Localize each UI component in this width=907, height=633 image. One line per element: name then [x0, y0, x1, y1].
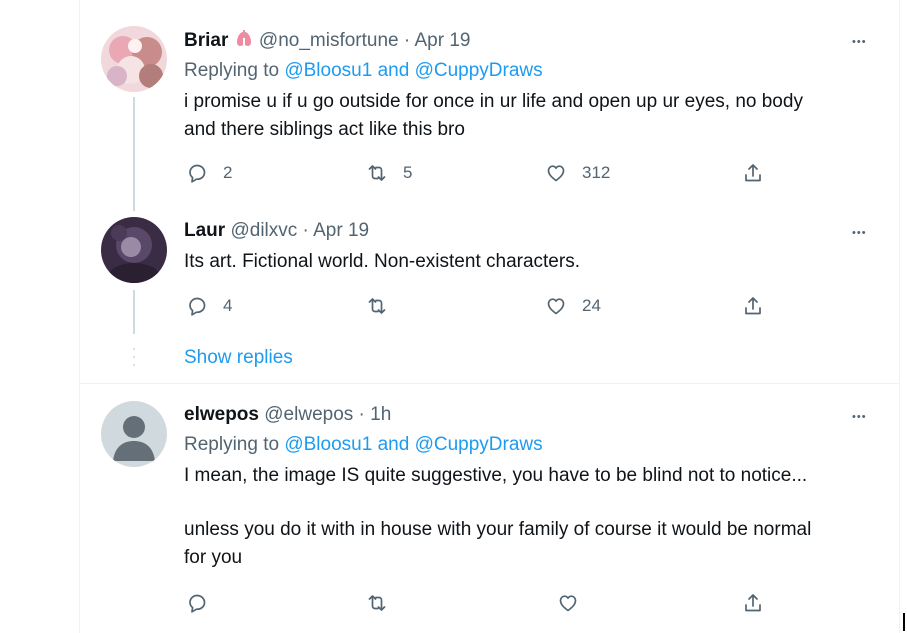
mention-and: and — [377, 434, 410, 455]
separator-dot: · — [358, 404, 365, 425]
separator-dot: · — [403, 30, 411, 51]
replying-to: Replying to @Bloosu1 and @CuppyDraws — [184, 59, 543, 83]
user-handle[interactable]: @dilxvc — [230, 220, 297, 241]
tweet-text: Its art. Fictional world. Non-existent c… — [184, 248, 884, 276]
retweet-button[interactable] — [365, 294, 403, 318]
more-options-icon[interactable]: ••• — [852, 407, 867, 427]
tweet-divider — [79, 383, 900, 384]
anime-avatar-image — [101, 26, 167, 92]
tweet-text-line: for you — [184, 547, 243, 568]
share-upload-icon — [745, 164, 761, 182]
reply-button[interactable] — [185, 591, 223, 615]
reply-button[interactable]: 2 — [185, 161, 232, 185]
heart-icon — [547, 298, 565, 315]
mention-link[interactable]: @CuppyDraws — [415, 434, 543, 455]
heart-icon — [559, 595, 577, 612]
tweet-header: Briar @no_misfortune · Apr 19 — [184, 29, 470, 56]
tweet-text: i promise u if u go outside for once in … — [184, 88, 884, 144]
speech-bubble-icon — [189, 594, 206, 613]
tweet-text-spacer — [184, 490, 884, 516]
show-replies-link[interactable]: Show replies — [184, 346, 293, 370]
retweet-icon — [368, 165, 386, 181]
emoji-lungs-icon — [234, 29, 254, 56]
display-name[interactable]: Laur — [184, 220, 225, 241]
retweet-icon — [368, 595, 386, 611]
retweet-button[interactable] — [365, 591, 403, 615]
more-options-icon[interactable]: ••• — [852, 223, 867, 243]
avatar[interactable] — [101, 401, 167, 467]
replying-to-label: Replying to — [184, 434, 280, 455]
timestamp[interactable]: 1h — [370, 404, 391, 425]
like-button[interactable]: 312 — [544, 161, 610, 185]
replying-to-label: Replying to — [184, 60, 280, 81]
user-handle[interactable]: @elwepos — [264, 404, 353, 425]
heart-icon — [547, 165, 565, 182]
more-options-icon[interactable]: ••• — [852, 32, 867, 52]
timestamp[interactable]: Apr 19 — [414, 30, 470, 51]
timestamp[interactable]: Apr 19 — [313, 220, 369, 241]
dark-avatar-image — [101, 217, 167, 283]
user-handle[interactable]: @no_misfortune — [259, 30, 399, 51]
speech-bubble-icon — [189, 164, 206, 183]
retweet-count: 5 — [403, 163, 413, 182]
display-name[interactable]: elwepos — [184, 404, 259, 425]
share-upload-icon — [745, 297, 761, 315]
share-button[interactable] — [741, 161, 765, 185]
text-cursor — [903, 613, 905, 631]
thread-dots — [133, 348, 135, 372]
thread-line — [133, 290, 135, 334]
speech-bubble-icon — [189, 297, 206, 316]
share-button[interactable] — [741, 294, 765, 318]
retweet-icon — [368, 298, 386, 314]
tweet-header: Laur @dilxvc · Apr 19 — [184, 219, 369, 243]
mention-link[interactable]: @Bloosu1 — [284, 60, 372, 81]
thread-line — [133, 97, 135, 211]
replying-to: Replying to @Bloosu1 and @CuppyDraws — [184, 433, 543, 457]
mention-link[interactable]: @CuppyDraws — [415, 60, 543, 81]
avatar[interactable] — [101, 217, 167, 283]
tweet-text-line: Its art. Fictional world. Non-existent c… — [184, 251, 580, 272]
mention-and: and — [377, 60, 410, 81]
like-count: 24 — [582, 296, 601, 315]
tweet-header: elwepos @elwepos · 1h — [184, 403, 391, 427]
reply-button[interactable]: 4 — [185, 294, 232, 318]
share-upload-icon — [745, 594, 761, 612]
retweet-button[interactable]: 5 — [365, 161, 412, 185]
like-button[interactable] — [556, 591, 594, 615]
reply-count: 2 — [223, 163, 233, 182]
reply-count: 4 — [223, 296, 233, 315]
like-count: 312 — [582, 163, 611, 182]
like-button[interactable]: 24 — [544, 294, 601, 318]
share-button[interactable] — [741, 591, 765, 615]
tweet-text: I mean, the image IS quite suggestive, y… — [184, 462, 884, 572]
separator-dot: · — [302, 220, 309, 241]
mention-link[interactable]: @Bloosu1 — [284, 434, 372, 455]
tweet-text-line: i promise u if u go outside for once in … — [184, 91, 803, 112]
display-name[interactable]: Briar — [184, 30, 228, 51]
default-profile-icon — [101, 401, 167, 467]
tweet-text-line: and there siblings act like this bro — [184, 119, 465, 140]
tweet-text-line: I mean, the image IS quite suggestive, y… — [184, 465, 808, 486]
avatar[interactable] — [101, 26, 167, 92]
tweet-text-line: unless you do it with in house with your… — [184, 519, 812, 540]
